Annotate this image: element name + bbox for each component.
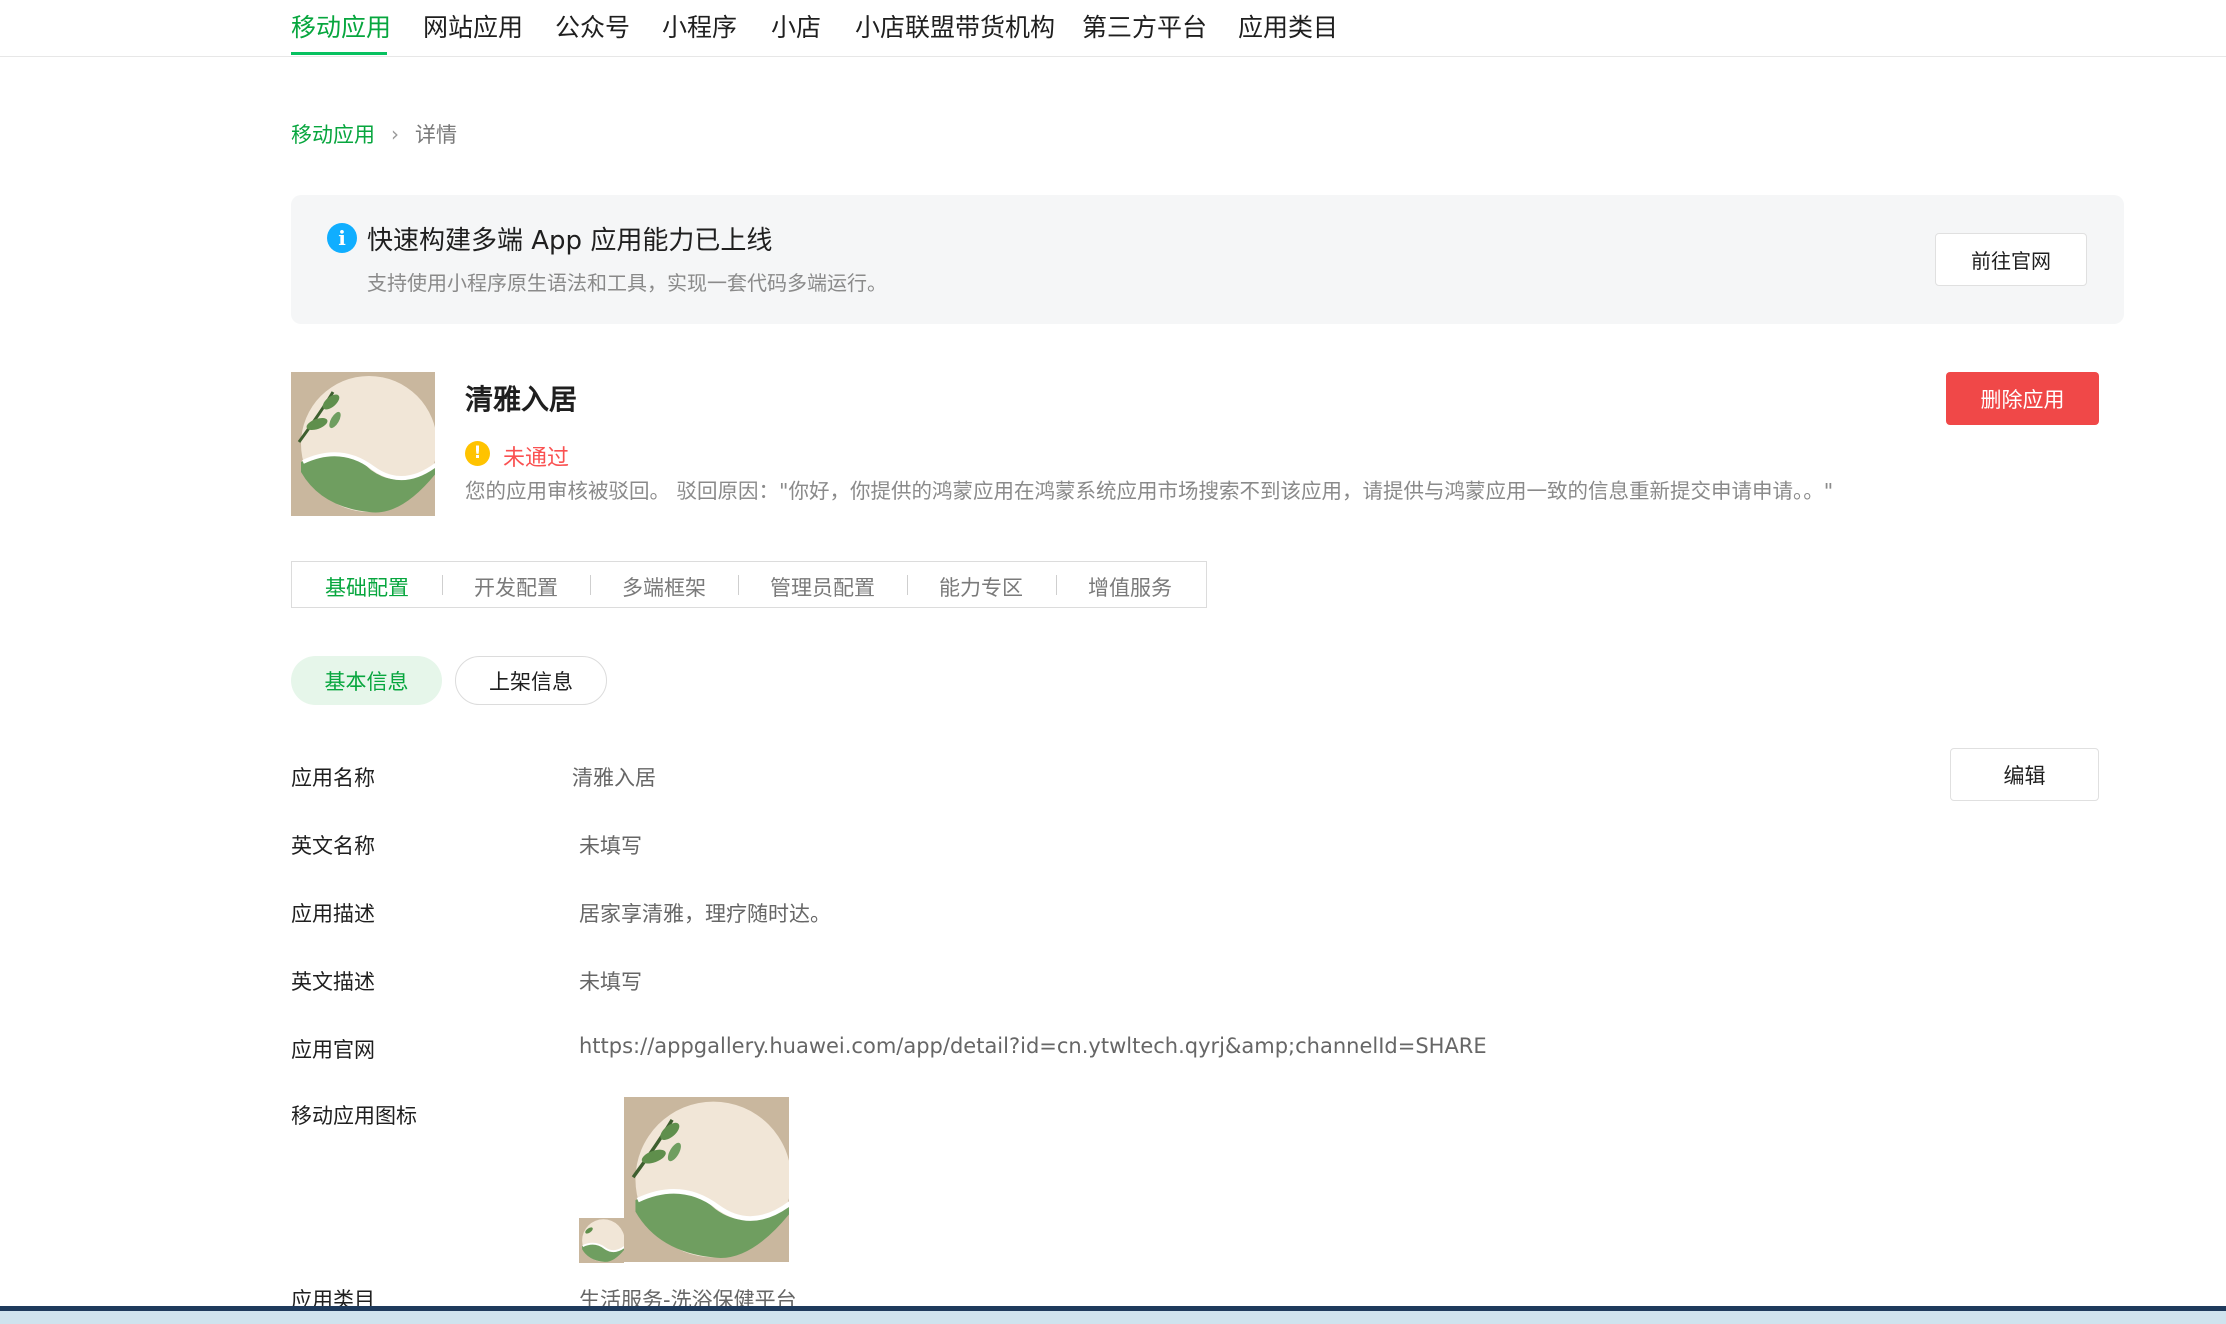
value-app-name: 清雅入居: [572, 766, 656, 790]
nav-tab-mini-program[interactable]: 小程序: [662, 8, 737, 44]
announcement-banner: i 快速构建多端 App 应用能力已上线 支持使用小程序原生语法和工具，实现一套…: [291, 195, 2124, 324]
pill-basic-info[interactable]: 基本信息: [291, 656, 442, 705]
label-app-description: 应用描述: [291, 902, 375, 926]
label-app-name: 应用名称: [291, 766, 375, 790]
app-icon-small: [579, 1218, 624, 1263]
nav-tab-app-category[interactable]: 应用类目: [1238, 8, 1338, 44]
tab-divider: [442, 575, 443, 595]
app-logo: [291, 372, 435, 516]
tab-divider: [738, 575, 739, 595]
taskbar-glow: [0, 1311, 2226, 1324]
review-status: 未通过: [503, 446, 570, 471]
banner-description: 支持使用小程序原生语法和工具，实现一套代码多端运行。: [367, 271, 887, 295]
value-english-description: 未填写: [579, 970, 642, 994]
banner-title: 快速构建多端 App 应用能力已上线: [367, 226, 773, 256]
app-icon-large: [624, 1097, 789, 1262]
nav-tab-official-account[interactable]: 公众号: [555, 8, 630, 44]
go-to-official-site-button[interactable]: 前往官网: [1935, 233, 2087, 286]
breadcrumb: 移动应用 › 详情: [291, 119, 457, 149]
info-icon: i: [327, 223, 357, 253]
tab-divider: [907, 575, 908, 595]
nav-tab-website-app[interactable]: 网站应用: [423, 8, 523, 44]
tab-divider: [590, 575, 591, 595]
chevron-right-icon: ›: [391, 122, 399, 146]
nav-tab-mobile-app[interactable]: 移动应用: [291, 8, 391, 44]
app-name: 清雅入居: [465, 383, 578, 416]
tab-basic-config[interactable]: 基础配置: [325, 572, 409, 602]
taskbar: [0, 1306, 2226, 1324]
breadcrumb-current: 详情: [415, 123, 457, 147]
value-official-website[interactable]: https://appgallery.huawei.com/app/detail…: [579, 1034, 1487, 1058]
reject-reason: 您的应用审核被驳回。 驳回原因："你好，你提供的鸿蒙应用在鸿蒙系统应用市场搜索不…: [465, 479, 1834, 503]
active-tab-indicator: [291, 52, 387, 55]
tab-capability-zone[interactable]: 能力专区: [939, 572, 1023, 602]
top-navigation: 移动应用 网站应用 公众号 小程序 小店 小店联盟带货机构 第三方平台 应用类目: [0, 0, 2226, 57]
breadcrumb-parent-link[interactable]: 移动应用: [291, 119, 375, 149]
delete-app-button[interactable]: 删除应用: [1946, 372, 2099, 425]
warning-icon: !: [465, 441, 490, 466]
label-english-description: 英文描述: [291, 970, 375, 994]
tab-value-added-services[interactable]: 增值服务: [1088, 572, 1172, 602]
tab-dev-config[interactable]: 开发配置: [474, 572, 558, 602]
config-tabs: 基础配置 开发配置 多端框架 管理员配置 能力专区 增值服务: [291, 561, 1207, 608]
edit-button[interactable]: 编辑: [1950, 748, 2099, 801]
value-app-description: 居家享清雅，理疗随时达。: [579, 902, 831, 926]
nav-tab-third-party[interactable]: 第三方平台: [1082, 8, 1207, 44]
value-english-name: 未填写: [579, 834, 642, 858]
nav-tab-shop-alliance[interactable]: 小店联盟带货机构: [855, 8, 1055, 44]
pill-listing-info[interactable]: 上架信息: [455, 656, 607, 705]
label-official-website: 应用官网: [291, 1038, 375, 1062]
label-app-icon: 移动应用图标: [291, 1104, 417, 1128]
label-english-name: 英文名称: [291, 834, 375, 858]
tab-multi-framework[interactable]: 多端框架: [622, 572, 706, 602]
tab-divider: [1056, 575, 1057, 595]
tab-admin-config[interactable]: 管理员配置: [770, 572, 875, 602]
nav-tab-shop[interactable]: 小店: [771, 8, 821, 44]
